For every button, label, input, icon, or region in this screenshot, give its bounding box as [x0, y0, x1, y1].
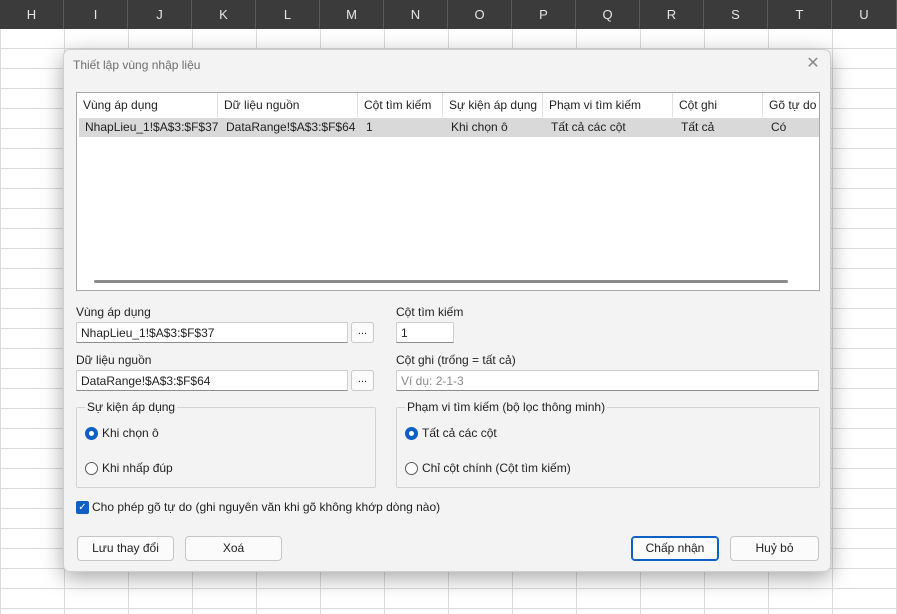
column-header-bar: H I J K L M N O P Q R S T U	[0, 0, 897, 29]
column-header-u[interactable]: U	[832, 0, 897, 29]
column-header-l[interactable]: L	[256, 0, 320, 29]
column-write-cols[interactable]: Cột ghi	[673, 93, 763, 117]
radio-unselected-icon[interactable]	[85, 461, 98, 475]
scope-group: Phạm vi tìm kiếm (bộ lọc thông minh) Tất…	[396, 400, 820, 488]
dialog-title: Thiết lập vùng nhập liệu	[73, 58, 201, 72]
radio-selected-icon[interactable]	[405, 426, 418, 440]
scope-option-all-columns-label: Tất cả các cột	[422, 426, 497, 440]
source-browse-button[interactable]: ...	[351, 370, 374, 391]
checkbox-checked-icon[interactable]: ✓	[76, 500, 89, 514]
event-group-title: Sự kiện áp dụng	[85, 400, 178, 414]
column-apply-range[interactable]: Vùng áp dụng	[77, 93, 218, 117]
cell-apply-range: NhapLieu_1!$A$3:$F$37	[85, 120, 219, 134]
column-header-j[interactable]: J	[128, 0, 192, 29]
column-header-i[interactable]: I	[64, 0, 128, 29]
search-col-label: Cột tìm kiếm	[396, 305, 464, 319]
rules-list[interactable]: Vùng áp dụng Dữ liệu nguồn Cột tìm kiếm …	[76, 92, 820, 291]
cell-write-cols: Tất cả	[681, 120, 715, 134]
event-option-double-click-label: Khi nhấp đúp	[102, 461, 173, 475]
close-icon[interactable]: ✕	[804, 55, 822, 73]
write-cols-label: Cột ghi (trống = tất cả)	[396, 353, 516, 367]
event-option-select-cell[interactable]: Khi chọn ô	[85, 426, 159, 440]
list-row[interactable]: NhapLieu_1!$A$3:$F$37 DataRange!$A$3:$F$…	[79, 118, 819, 137]
save-changes-button[interactable]: Lưu thay đổi	[77, 536, 174, 561]
apply-range-browse-button[interactable]: ...	[351, 322, 374, 343]
column-header-t[interactable]: T	[768, 0, 832, 29]
apply-range-input[interactable]	[76, 322, 348, 343]
column-header-m[interactable]: M	[320, 0, 384, 29]
column-header-p[interactable]: P	[512, 0, 576, 29]
column-event[interactable]: Sự kiện áp dụng	[443, 93, 543, 117]
horizontal-scrollbar[interactable]	[94, 280, 788, 283]
column-source-data[interactable]: Dữ liệu nguồn	[218, 93, 358, 117]
cell-event: Khi chọn ô	[451, 120, 508, 134]
radio-selected-icon[interactable]	[85, 426, 98, 440]
event-group: Sự kiện áp dụng Khi chọn ô Khi nhấp đúp	[76, 400, 376, 488]
write-cols-input[interactable]	[396, 370, 819, 391]
free-typing-label: Cho phép gõ tự do (ghi nguyên văn khi gõ…	[92, 500, 441, 514]
column-header-q[interactable]: Q	[576, 0, 640, 29]
column-search-col[interactable]: Cột tìm kiếm	[358, 93, 443, 117]
radio-unselected-icon[interactable]	[405, 461, 418, 475]
scope-option-main-column[interactable]: Chỉ cột chính (Cột tìm kiếm)	[405, 461, 571, 475]
accept-button[interactable]: Chấp nhận	[631, 536, 719, 561]
free-typing-checkbox-row[interactable]: ✓ Cho phép gõ tự do (ghi nguyên văn khi …	[76, 500, 440, 514]
column-header-s[interactable]: S	[704, 0, 768, 29]
list-header: Vùng áp dụng Dữ liệu nguồn Cột tìm kiếm …	[77, 93, 819, 117]
cancel-button[interactable]: Huỷ bỏ	[730, 536, 819, 561]
scope-group-title: Phạm vi tìm kiếm (bộ lọc thông minh)	[405, 400, 608, 414]
delete-button[interactable]: Xoá	[185, 536, 282, 561]
column-free-typing[interactable]: Gõ tự do	[763, 93, 819, 117]
column-header-h[interactable]: H	[0, 0, 64, 29]
cell-free-typing: Có	[771, 120, 787, 134]
event-option-select-cell-label: Khi chọn ô	[102, 426, 159, 440]
search-col-input[interactable]	[396, 322, 454, 343]
scope-option-all-columns[interactable]: Tất cả các cột	[405, 426, 497, 440]
column-search-scope[interactable]: Phạm vi tìm kiếm	[543, 93, 673, 117]
source-input[interactable]	[76, 370, 348, 391]
column-header-k[interactable]: K	[192, 0, 256, 29]
cell-search-col: 1	[366, 120, 373, 134]
column-header-r[interactable]: R	[640, 0, 704, 29]
column-header-n[interactable]: N	[384, 0, 448, 29]
event-option-double-click[interactable]: Khi nhấp đúp	[85, 461, 173, 475]
input-area-settings-dialog: Thiết lập vùng nhập liệu ✕ Vùng áp dụng …	[63, 49, 831, 572]
apply-range-label: Vùng áp dụng	[76, 305, 151, 319]
source-label: Dữ liệu nguồn	[76, 353, 152, 367]
column-header-o[interactable]: O	[448, 0, 512, 29]
cell-source-data: DataRange!$A$3:$F$64	[226, 120, 356, 134]
scope-option-main-column-label: Chỉ cột chính (Cột tìm kiếm)	[422, 461, 571, 475]
cell-search-scope: Tất cả các cột	[551, 120, 626, 134]
